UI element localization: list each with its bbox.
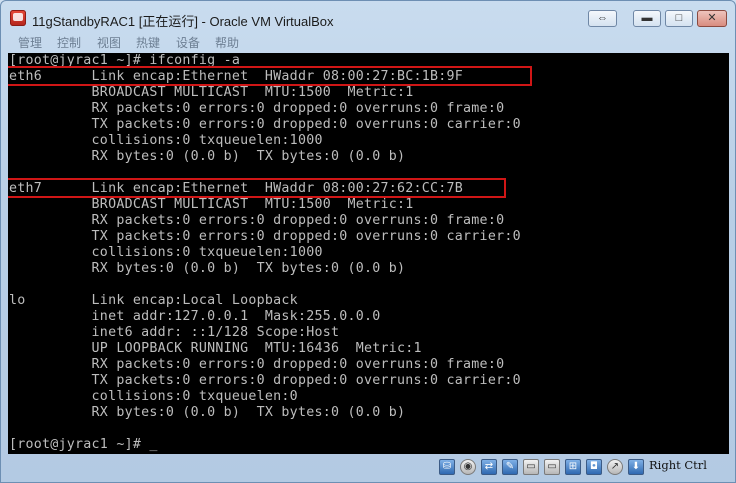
terminal-line: inet6 addr: ::1/128 Scope:Host [9, 325, 340, 340]
resize-toggle-button[interactable]: ⇔ [588, 10, 617, 27]
eth7-highlight-box [8, 178, 506, 198]
title-bar[interactable]: 11gStandbyRAC1 [正在运行] - Oracle VM Virtua… [1, 1, 735, 33]
status-bar: ⛁ ◉ ⇄ ✎ ▭ ▭ ⊞ ◘ ↗ ⬇ Right Ctrl [1, 454, 735, 482]
usb-icon[interactable]: ⇄ [481, 459, 497, 475]
terminal-line: BROADCAST MULTICAST MTU:1500 Metric:1 [9, 197, 414, 212]
terminal-line: UP LOOPBACK RUNNING MTU:16436 Metric:1 [9, 341, 422, 356]
network-icon[interactable]: ⊞ [565, 459, 581, 475]
host-key-label: Right Ctrl [649, 458, 707, 472]
optical-drive-icon[interactable]: ◉ [460, 459, 476, 475]
menu-control[interactable]: 控制 [57, 34, 81, 51]
window-title: 11gStandbyRAC1 [正在运行] - Oracle VM Virtua… [32, 14, 334, 29]
terminal-line: TX packets:0 errors:0 dropped:0 overruns… [9, 373, 521, 388]
terminal-line: collisions:0 txqueuelen:0 [9, 389, 298, 404]
terminal-line: TX packets:0 errors:0 dropped:0 overruns… [9, 117, 521, 132]
terminal-line: RX packets:0 errors:0 dropped:0 overruns… [9, 213, 505, 228]
menu-help[interactable]: 帮助 [215, 34, 239, 51]
folder-icon[interactable]: ▭ [523, 459, 539, 475]
terminal-line: RX packets:0 errors:0 dropped:0 overruns… [9, 101, 505, 116]
close-button[interactable]: ✕ [697, 10, 727, 27]
terminal-line: collisions:0 txqueuelen:1000 [9, 245, 323, 260]
terminal-line: RX bytes:0 (0.0 b) TX bytes:0 (0.0 b) [9, 149, 406, 164]
terminal-line: collisions:0 txqueuelen:1000 [9, 133, 323, 148]
menu-devices[interactable]: 设备 [176, 34, 200, 51]
terminal-prompt-line: [root@jyrac1 ~]# _ [9, 437, 158, 452]
terminal-line: lo Link encap:Local Loopback [9, 293, 298, 308]
video-capture-icon[interactable]: ◘ [586, 459, 602, 475]
mouse-integration-icon[interactable]: ↗ [607, 459, 623, 475]
terminal-line: BROADCAST MULTICAST MTU:1500 Metric:1 [9, 85, 414, 100]
terminal-line: RX bytes:0 (0.0 b) TX bytes:0 (0.0 b) [9, 405, 406, 420]
eth6-highlight-box [8, 66, 532, 86]
maximize-button[interactable]: □ [665, 10, 693, 27]
terminal-line: RX packets:0 errors:0 dropped:0 overruns… [9, 357, 505, 372]
virtualbox-app-icon [10, 10, 26, 26]
terminal-line: RX bytes:0 (0.0 b) TX bytes:0 (0.0 b) [9, 261, 406, 276]
virtualbox-window: 11gStandbyRAC1 [正在运行] - Oracle VM Virtua… [0, 0, 736, 483]
minimize-button[interactable]: ▬ [633, 10, 661, 27]
menu-manage[interactable]: 管理 [18, 34, 42, 51]
terminal-line: TX packets:0 errors:0 dropped:0 overruns… [9, 229, 521, 244]
pencil-icon[interactable]: ✎ [502, 459, 518, 475]
display-icon[interactable]: ▭ [544, 459, 560, 475]
hard-disk-icon[interactable]: ⛁ [439, 459, 455, 475]
menu-view[interactable]: 视图 [97, 34, 121, 51]
menu-hotkey[interactable]: 热键 [136, 34, 160, 51]
download-arrow-icon[interactable]: ⬇ [628, 459, 644, 475]
vm-console-screen[interactable]: [root@jyrac1 ~]# ifconfig -a eth6 Link e… [8, 53, 729, 454]
menu-bar: 管理 控制 视图 热键 设备 帮助 [1, 33, 735, 52]
terminal-line: inet addr:127.0.0.1 Mask:255.0.0.0 [9, 309, 381, 324]
